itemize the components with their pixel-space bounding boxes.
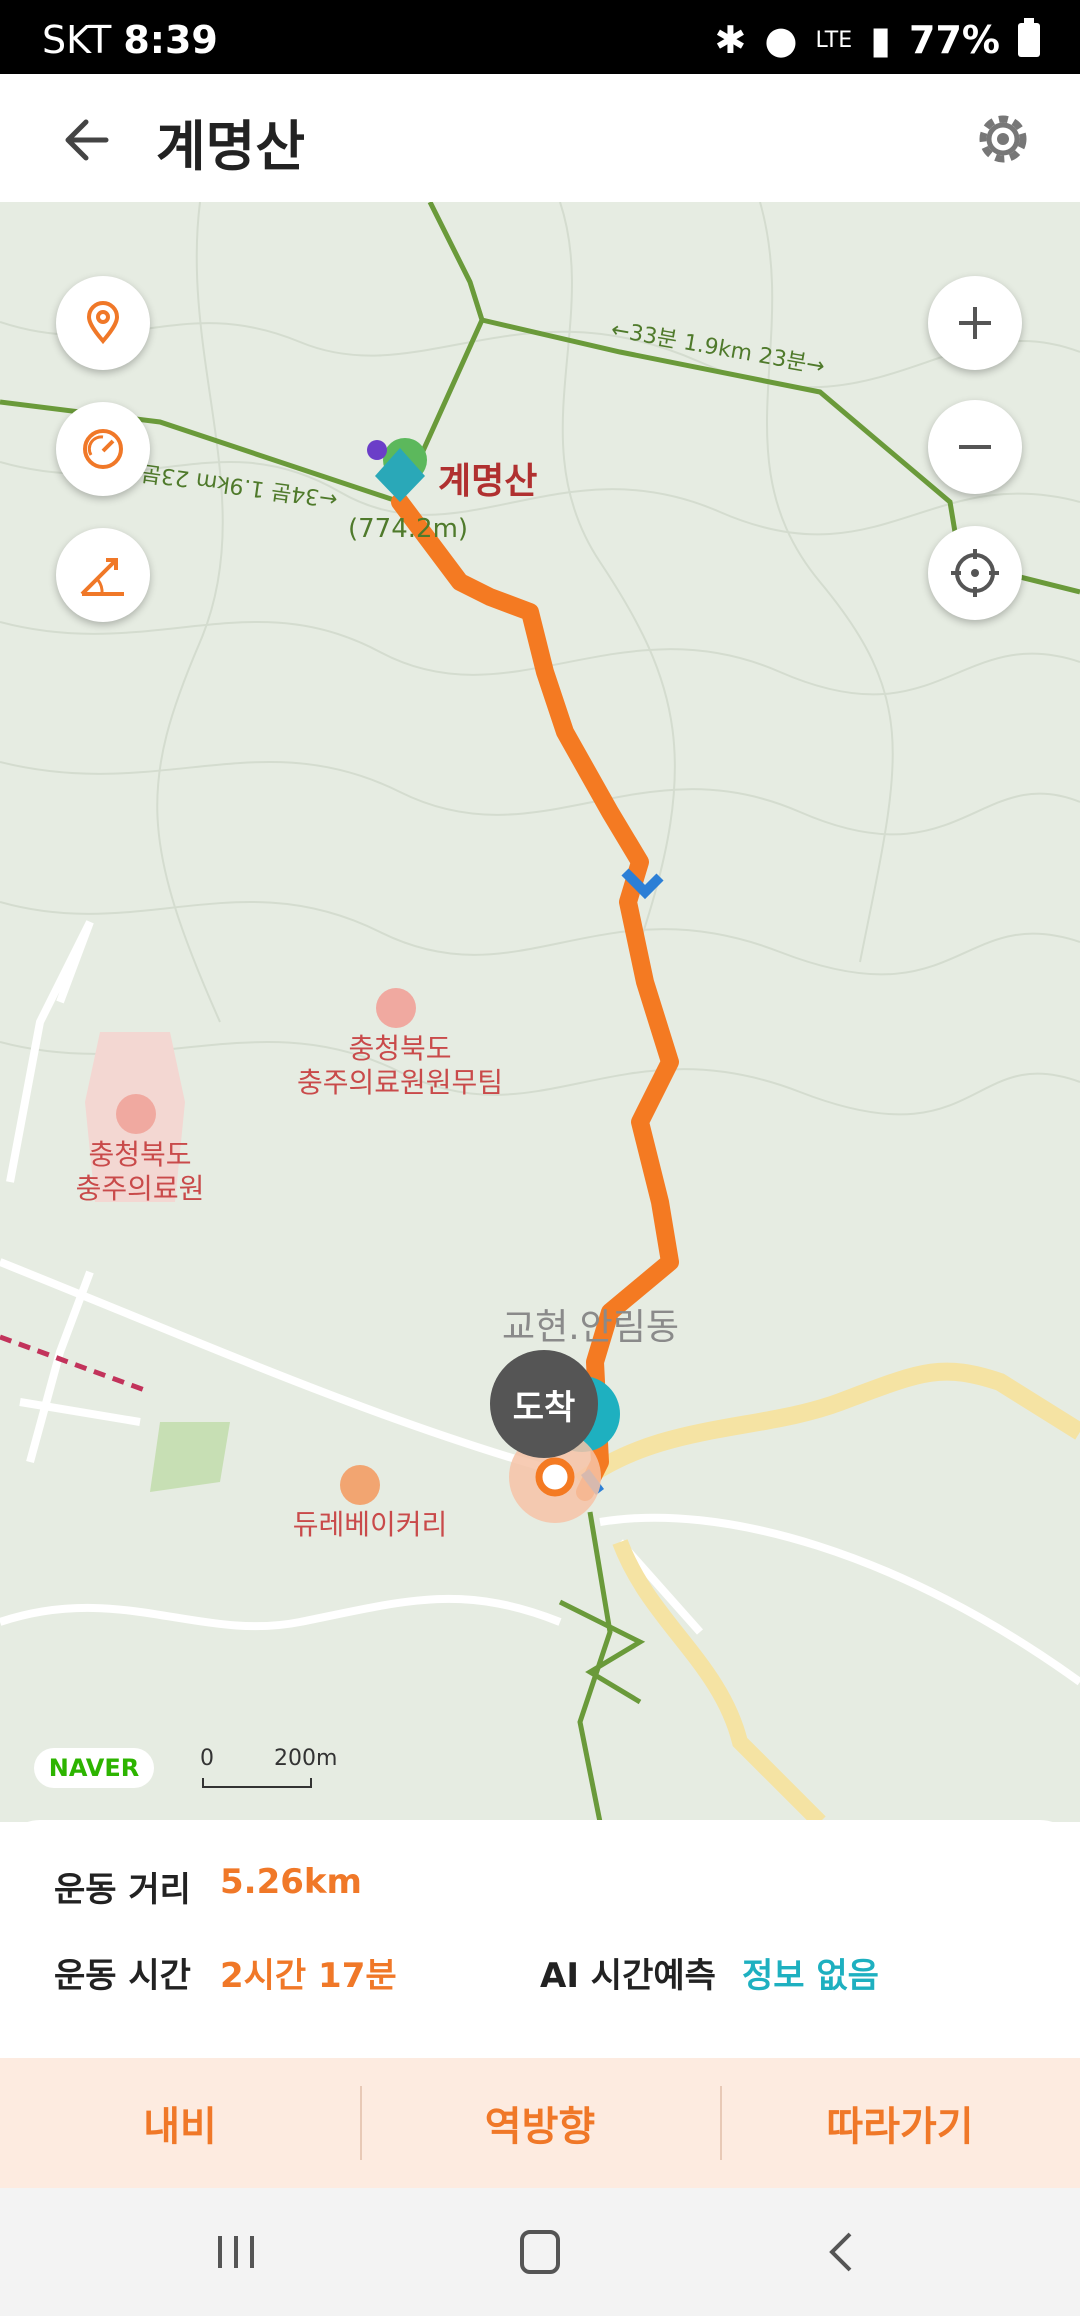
page-title: 계명산 [156, 115, 306, 178]
poi-2-line2: 충주의료원 [75, 1172, 205, 1205]
my-location-icon [951, 549, 999, 597]
location-pin-button[interactable] [56, 276, 150, 370]
distance-label: 운동 거리 [54, 1870, 191, 1910]
poi-1-line2: 충주의료원원무팀 [296, 1066, 504, 1099]
battery-percent: 77% [909, 18, 1000, 62]
poi-2-line1: 충청북도 [88, 1138, 192, 1171]
speedometer-icon [83, 429, 123, 469]
gear-icon[interactable] [970, 106, 1036, 172]
status-icons: ✱ ● LTE ▮ 77% [715, 18, 1040, 62]
clock: 8:39 [123, 18, 218, 62]
my-location-button[interactable] [928, 526, 1022, 620]
district-label: 교현.안림동 [502, 1307, 680, 1348]
scale-distance: 200m [274, 1746, 338, 1771]
arrow-left-icon[interactable] [56, 108, 120, 172]
carrier-and-time: SKT 8:39 [42, 18, 218, 62]
peak-label: 계명산 [438, 461, 538, 502]
map-canvas [0, 202, 1080, 1822]
poi-1-line1: 충청북도 [348, 1032, 452, 1065]
scale-zero: 0 [200, 1746, 214, 1771]
ai-estimate-value: 정보 없음 [742, 1956, 879, 1996]
time-label: 운동 시간 [54, 1956, 191, 1996]
app-bar: 계명산 [0, 74, 1080, 203]
reverse-button[interactable]: 역방향 [360, 2058, 720, 2188]
zoom-out-icon [959, 445, 991, 449]
distance-value: 5.26km [220, 1862, 362, 1902]
status-bar: SKT 8:39 ✱ ● LTE ▮ 77% [0, 0, 1080, 74]
bluetooth-icon: ✱ [714, 18, 747, 62]
zoom-out-button[interactable] [928, 400, 1022, 494]
follow-button[interactable]: 따라가기 [720, 2058, 1080, 2188]
naver-logo: NAVER [34, 1748, 154, 1788]
battery-icon [1018, 18, 1040, 57]
time-value: 2시간 17분 [220, 1956, 397, 1996]
zoom-in-button[interactable] [928, 276, 1022, 370]
map-view[interactable]: ←33분 1.9km 23분→ ←34분 1.9km 23분 계명산 (774.… [0, 202, 1080, 1822]
peak-elevation: (774.2m) [348, 514, 469, 544]
slope-icon [80, 558, 124, 596]
scale-bar [202, 1778, 312, 1788]
restaurant-label[interactable]: 듀레베이커리 [270, 1508, 470, 1542]
carrier: SKT [42, 18, 112, 62]
zoom-in-icon [959, 307, 991, 339]
navi-button[interactable]: 내비 [0, 2058, 360, 2188]
signal-icon: ▮ [870, 18, 892, 62]
arrival-marker[interactable]: 도착 [490, 1350, 598, 1458]
stats-panel: 운동 거리 5.26km 운동 시간 2시간 17분 AI 시간예측 정보 없음 [0, 1820, 1080, 2060]
location-icon: ● [764, 18, 798, 62]
home-icon[interactable] [500, 2222, 580, 2282]
location-pin-icon [86, 301, 120, 345]
map-scale: 0 200m [200, 1746, 350, 1788]
network-type: LTE [815, 27, 853, 53]
system-nav-bar [0, 2188, 1080, 2316]
recent-apps-icon[interactable] [196, 2222, 276, 2282]
hospital-office-label[interactable]: 충청북도 충주의료원원무팀 [280, 1032, 520, 1100]
ai-estimate-label: AI 시간예측 [540, 1956, 716, 1996]
speedometer-button[interactable] [56, 402, 150, 496]
hospital-label[interactable]: 충청북도 충주의료원 [50, 1138, 230, 1206]
back-icon[interactable] [802, 2222, 882, 2282]
slope-button[interactable] [56, 528, 150, 622]
action-bar: 내비 역방향 따라가기 [0, 2058, 1080, 2188]
